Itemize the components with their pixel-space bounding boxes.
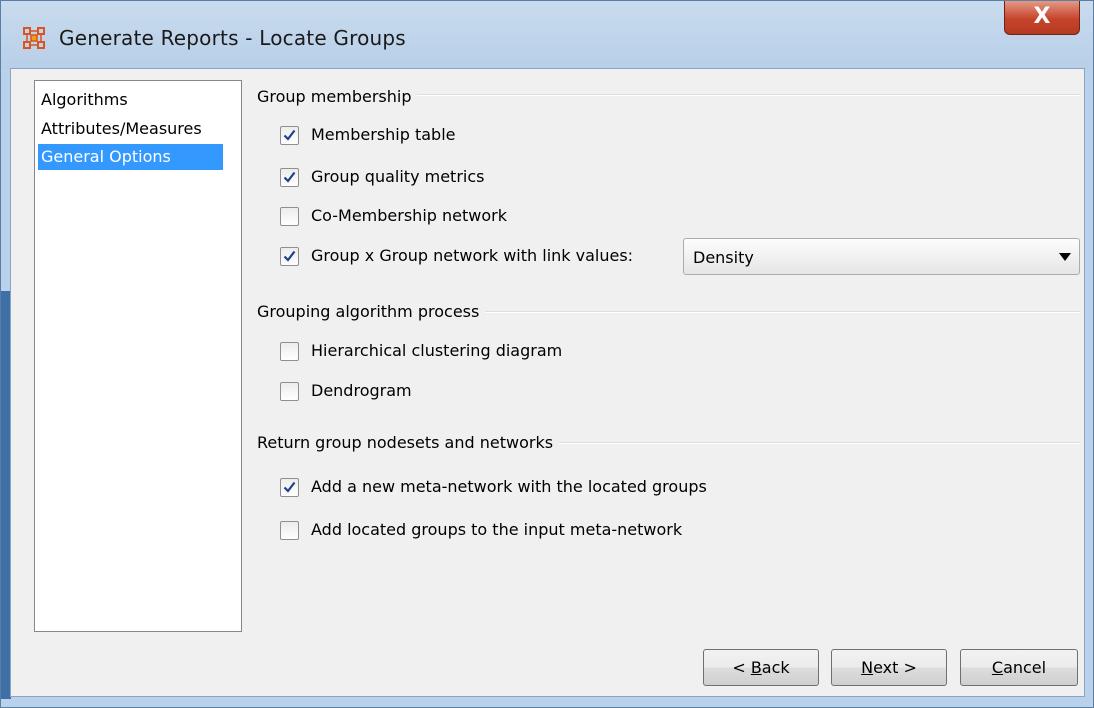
- checkbox[interactable]: [280, 126, 299, 145]
- checkbox-label: Add a new meta-network with the located …: [311, 477, 707, 496]
- checkbox[interactable]: [280, 521, 299, 540]
- checkbox-label: Dendrogram: [311, 381, 412, 400]
- checkbox[interactable]: [280, 207, 299, 226]
- dropdown-arrow-icon: [1059, 253, 1071, 261]
- close-button[interactable]: X: [1004, 1, 1080, 35]
- button-label: Cancel: [991, 658, 1047, 677]
- checkmark-icon: [283, 481, 296, 493]
- window-title: Generate Reports - Locate Groups: [59, 26, 406, 50]
- checkmark-icon: [283, 129, 296, 141]
- nav-item-algorithms[interactable]: Algorithms: [38, 87, 128, 113]
- checkmark-icon: [283, 250, 296, 262]
- checkbox[interactable]: [280, 478, 299, 497]
- title-bar[interactable]: Generate Reports - Locate Groups X: [1, 1, 1093, 69]
- link-values-select[interactable]: Density: [683, 238, 1080, 275]
- app-network-icon: [23, 27, 45, 49]
- checkbox-label: Add located groups to the input meta-net…: [311, 520, 683, 539]
- group-title-process: Grouping algorithm process: [257, 302, 486, 321]
- select-value: Density: [693, 248, 754, 267]
- checkmark-icon: [283, 171, 296, 183]
- nav-item-attributes-measures[interactable]: Attributes/Measures: [38, 116, 202, 142]
- checkbox-label: Hierarchical clustering diagram: [311, 341, 563, 360]
- group-title-return: Return group nodesets and networks: [257, 433, 560, 452]
- checkbox[interactable]: [280, 342, 299, 361]
- nav-item-label: Attributes/Measures: [41, 119, 202, 138]
- options-nav-list[interactable]: Algorithms Attributes/Measures General O…: [34, 80, 242, 632]
- checkbox[interactable]: [280, 168, 299, 187]
- button-label: Next >: [861, 658, 917, 677]
- group-title-membership: Group membership: [257, 87, 418, 106]
- checkbox[interactable]: [280, 247, 299, 266]
- checkbox-label: Membership table: [311, 125, 456, 144]
- cancel-button[interactable]: Cancel: [960, 649, 1078, 686]
- checkbox-label: Group x Group network with link values:: [311, 246, 634, 265]
- button-label: < Back: [732, 658, 790, 677]
- back-button[interactable]: < Back: [703, 649, 819, 686]
- checkbox[interactable]: [280, 382, 299, 401]
- checkbox-label: Group quality metrics: [311, 167, 485, 186]
- nav-item-label: Algorithms: [41, 90, 128, 109]
- nav-item-general-options[interactable]: General Options: [38, 144, 223, 170]
- checkbox-label: Co-Membership network: [311, 206, 507, 225]
- next-button[interactable]: Next >: [831, 649, 947, 686]
- close-icon: X: [1033, 4, 1051, 29]
- nav-item-label: General Options: [41, 147, 171, 166]
